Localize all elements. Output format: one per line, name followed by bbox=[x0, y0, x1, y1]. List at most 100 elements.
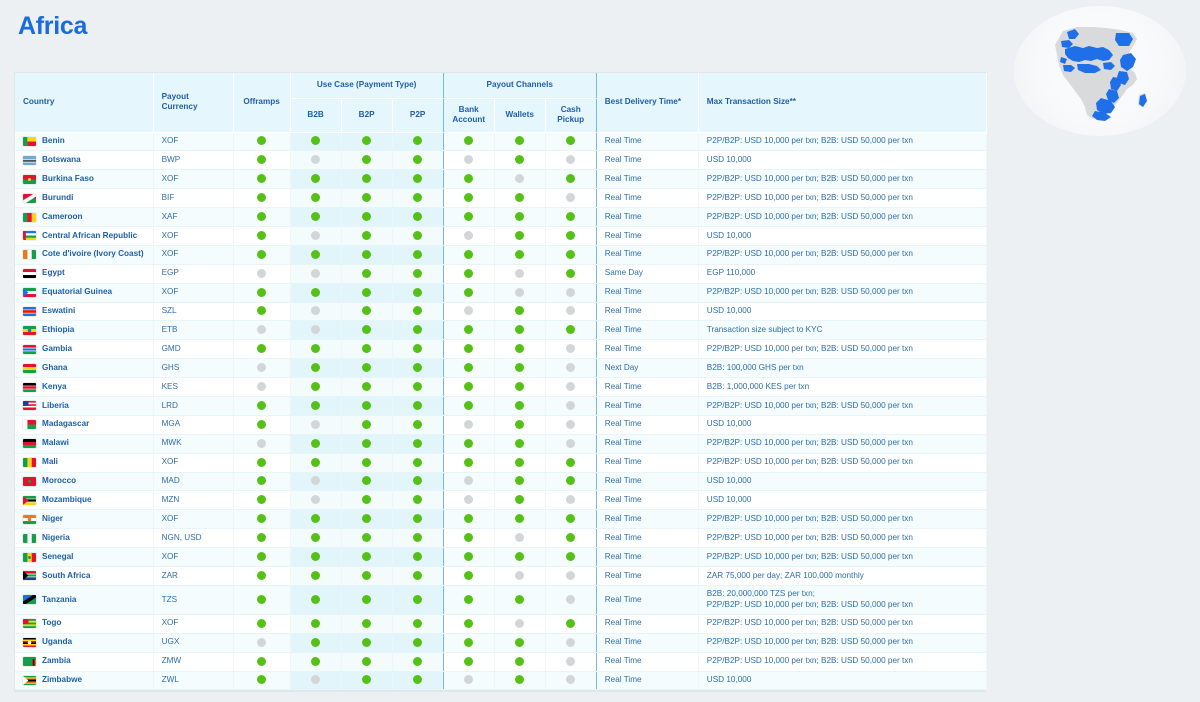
b2p-supported-dot bbox=[362, 231, 371, 240]
table-row[interactable]: Central African RepublicXOFReal TimeUSD … bbox=[15, 226, 987, 245]
cell-b2b bbox=[290, 132, 341, 151]
table-row[interactable]: BeninXOFReal TimeP2P/B2P: USD 10,000 per… bbox=[15, 132, 987, 151]
cell-b2b bbox=[290, 529, 341, 548]
table-row[interactable]: TanzaniaTZSReal TimeB2B: 20,000,000 TZS … bbox=[15, 585, 987, 614]
cell-best-delivery-time: Real Time bbox=[596, 340, 698, 359]
cell-wallets bbox=[494, 340, 545, 359]
bank-account-unsupported-dot bbox=[464, 231, 473, 240]
ghana-flag bbox=[23, 364, 36, 373]
col-header-cash-pickup[interactable]: Cash Pickup bbox=[545, 98, 596, 132]
col-header-p2p[interactable]: P2P bbox=[392, 98, 443, 132]
cell-b2p bbox=[341, 529, 392, 548]
b2p-supported-dot bbox=[362, 382, 371, 391]
table-row[interactable]: GambiaGMDReal TimeP2P/B2P: USD 10,000 pe… bbox=[15, 340, 987, 359]
table-row[interactable]: Equatorial GuineaXOFReal TimeP2P/B2P: US… bbox=[15, 283, 987, 302]
cell-country: Malawi bbox=[15, 434, 153, 453]
cell-payout-currency: GMD bbox=[153, 340, 233, 359]
cash-pickup-supported-dot bbox=[566, 458, 575, 467]
table-row[interactable]: NigerXOFReal TimeP2P/B2P: USD 10,000 per… bbox=[15, 510, 987, 529]
cell-country: Ghana bbox=[15, 359, 153, 378]
table-row[interactable]: MoroccoMADReal TimeUSD 10,000 bbox=[15, 472, 987, 491]
col-header-offramps[interactable]: Offramps bbox=[233, 73, 290, 132]
table-row[interactable]: South AfricaZARReal TimeZAR 75,000 per d… bbox=[15, 566, 987, 585]
bank-account-supported-dot bbox=[464, 401, 473, 410]
cell-bank-account bbox=[443, 264, 494, 283]
cell-cash-pickup bbox=[545, 132, 596, 151]
cash-pickup-unsupported-dot bbox=[566, 571, 575, 580]
table-row[interactable]: SenegalXOFReal TimeP2P/B2P: USD 10,000 p… bbox=[15, 548, 987, 567]
cell-best-delivery-time: Real Time bbox=[596, 529, 698, 548]
table-row[interactable]: EgyptEGPSame DayEGP 110,000 bbox=[15, 264, 987, 283]
uganda-flag bbox=[23, 638, 36, 647]
table-row[interactable]: NigeriaNGN, USDReal TimeP2P/B2P: USD 10,… bbox=[15, 529, 987, 548]
col-header-country[interactable]: Country bbox=[15, 73, 153, 132]
cote-divoire-flag bbox=[23, 250, 36, 259]
table-row[interactable]: Burkina FasoXOFReal TimeP2P/B2P: USD 10,… bbox=[15, 170, 987, 189]
p2p-supported-dot bbox=[413, 136, 422, 145]
cell-max-transaction-size: P2P/B2P: USD 10,000 per txn; B2B: USD 50… bbox=[698, 283, 986, 302]
country-label: Cote d'ivoire (Ivory Coast) bbox=[42, 249, 144, 260]
table-row[interactable]: MozambiqueMZNReal TimeUSD 10,000 bbox=[15, 491, 987, 510]
table-row[interactable]: ZambiaZMWReal TimeP2P/B2P: USD 10,000 pe… bbox=[15, 652, 987, 671]
col-header-b2b[interactable]: B2B bbox=[290, 98, 341, 132]
cell-best-delivery-time: Real Time bbox=[596, 226, 698, 245]
offramps-supported-dot bbox=[257, 306, 266, 315]
bank-account-supported-dot bbox=[464, 619, 473, 628]
col-header-max-transaction-size[interactable]: Max Transaction Size** bbox=[698, 73, 986, 132]
cell-max-transaction-size: EGP 110,000 bbox=[698, 264, 986, 283]
table-row[interactable]: MaliXOFReal TimeP2P/B2P: USD 10,000 per … bbox=[15, 453, 987, 472]
country-label: Togo bbox=[42, 618, 61, 629]
cell-best-delivery-time: Real Time bbox=[596, 652, 698, 671]
table-row[interactable]: MadagascarMGAReal TimeUSD 10,000 bbox=[15, 415, 987, 434]
col-header-payout-currency[interactable]: Payout Currency bbox=[153, 73, 233, 132]
table-row[interactable]: ZimbabweZWLReal TimeUSD 10,000 bbox=[15, 671, 987, 690]
cell-offramps bbox=[233, 340, 290, 359]
cell-country: Zambia bbox=[15, 652, 153, 671]
mali-flag bbox=[23, 458, 36, 467]
table-row[interactable]: MalawiMWKReal TimeP2P/B2P: USD 10,000 pe… bbox=[15, 434, 987, 453]
wallets-supported-dot bbox=[515, 514, 524, 523]
table-row[interactable]: GhanaGHSNext DayB2B: 100,000 GHS per txn bbox=[15, 359, 987, 378]
cell-payout-currency: MAD bbox=[153, 472, 233, 491]
cash-pickup-unsupported-dot bbox=[566, 638, 575, 647]
cell-b2b bbox=[290, 283, 341, 302]
cell-best-delivery-time: Real Time bbox=[596, 510, 698, 529]
table-row[interactable]: Cote d'ivoire (Ivory Coast)XOFReal TimeP… bbox=[15, 245, 987, 264]
col-header-wallets[interactable]: Wallets bbox=[494, 98, 545, 132]
cell-offramps bbox=[233, 472, 290, 491]
cell-best-delivery-time: Real Time bbox=[596, 189, 698, 208]
table-row[interactable]: BurundiBIFReal TimeP2P/B2P: USD 10,000 p… bbox=[15, 189, 987, 208]
table-row[interactable]: EthiopiaETBReal TimeTransaction size sub… bbox=[15, 321, 987, 340]
col-header-b2p[interactable]: B2P bbox=[341, 98, 392, 132]
table-row[interactable]: LiberiaLRDReal TimeP2P/B2P: USD 10,000 p… bbox=[15, 396, 987, 415]
table-row[interactable]: TogoXOFReal TimeP2P/B2P: USD 10,000 per … bbox=[15, 614, 987, 633]
cash-pickup-unsupported-dot bbox=[566, 595, 575, 604]
cell-p2p bbox=[392, 132, 443, 151]
cell-payout-currency: XOF bbox=[153, 226, 233, 245]
table-row[interactable]: KenyaKESReal TimeB2B: 1,000,000 KES per … bbox=[15, 378, 987, 397]
cell-country: Tanzania bbox=[15, 585, 153, 614]
cash-pickup-unsupported-dot bbox=[566, 363, 575, 372]
table-row[interactable]: BotswanaBWPReal TimeUSD 10,000 bbox=[15, 151, 987, 170]
cell-wallets bbox=[494, 633, 545, 652]
p2p-supported-dot bbox=[413, 420, 422, 429]
cell-best-delivery-time: Real Time bbox=[596, 302, 698, 321]
cell-cash-pickup bbox=[545, 548, 596, 567]
cell-b2b bbox=[290, 264, 341, 283]
wallets-unsupported-dot bbox=[515, 174, 524, 183]
offramps-unsupported-dot bbox=[257, 269, 266, 278]
benin-flag bbox=[23, 137, 36, 146]
table-row[interactable]: CameroonXAFReal TimeP2P/B2P: USD 10,000 … bbox=[15, 208, 987, 227]
cell-payout-currency: XOF bbox=[153, 453, 233, 472]
table-row[interactable]: EswatiniSZLReal TimeUSD 10,000 bbox=[15, 302, 987, 321]
cell-wallets bbox=[494, 302, 545, 321]
table-row[interactable]: UgandaUGXReal TimeP2P/B2P: USD 10,000 pe… bbox=[15, 633, 987, 652]
cell-max-transaction-size: B2B: 20,000,000 TZS per txn;P2P/B2P: USD… bbox=[698, 585, 986, 614]
col-header-best-delivery-time[interactable]: Best Delivery Time* bbox=[596, 73, 698, 132]
col-header-bank-account[interactable]: Bank Account bbox=[443, 98, 494, 132]
offramps-supported-dot bbox=[257, 174, 266, 183]
wallets-supported-dot bbox=[515, 382, 524, 391]
cell-best-delivery-time: Real Time bbox=[596, 208, 698, 227]
cell-cash-pickup bbox=[545, 614, 596, 633]
cell-country: Niger bbox=[15, 510, 153, 529]
